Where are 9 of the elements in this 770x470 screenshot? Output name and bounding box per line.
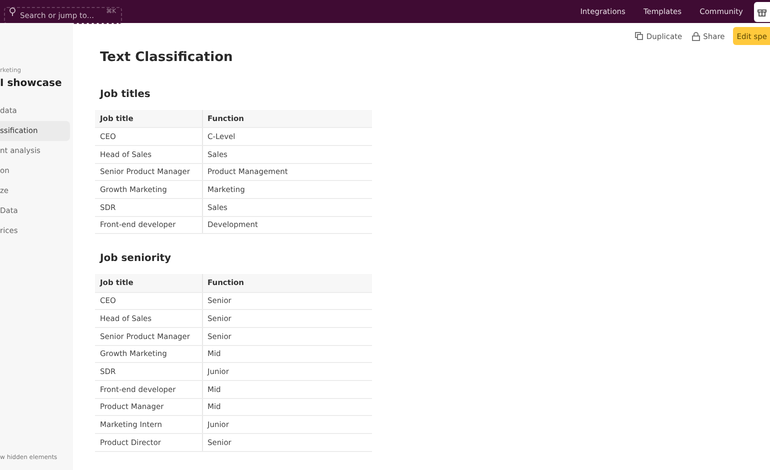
gift-icon [757,6,767,16]
sidebar-title: I showcase [0,78,63,89]
lock-icon [692,32,700,40]
section-heading: Job titles [100,89,152,100]
section-heading: Job seniority [100,253,172,264]
page-title: Text Classification [100,50,234,65]
copy-icon [635,32,644,40]
search-icon [9,7,16,16]
gift-button[interactable] [754,2,770,22]
